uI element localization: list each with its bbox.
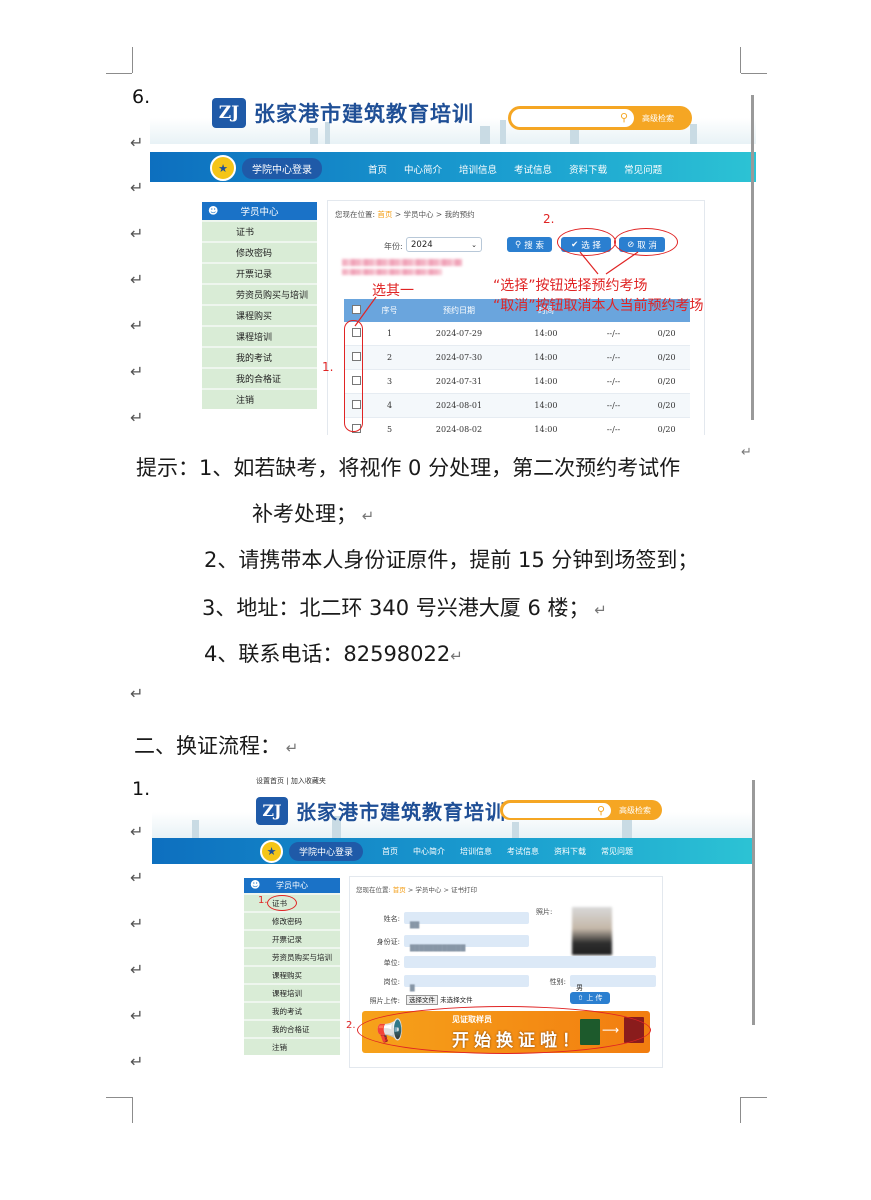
return-mark: ↵	[741, 445, 752, 460]
nav-about[interactable]: 中心简介	[413, 846, 445, 857]
center-login-label: 学院中心登录	[289, 842, 364, 861]
annotation-ring-select	[557, 228, 616, 256]
annotation-2: 2.	[346, 1020, 356, 1031]
label-name: 姓名:	[383, 915, 400, 923]
nav-faq[interactable]: 常见问题	[601, 846, 633, 857]
nav-training[interactable]: 培训信息	[460, 846, 492, 857]
tips-line-1-cont: 补考处理； ↵	[252, 502, 375, 526]
site-logo[interactable]: ZJ 张家港市建筑教育培训	[256, 796, 506, 825]
label-unit: 单位:	[383, 959, 400, 967]
tips-line-3: 3、地址：北二环 340 号兴港大厦 6 楼； ↵	[202, 596, 607, 620]
search-input[interactable]: ⚲	[503, 802, 611, 818]
site-name: 张家港市建筑教育培训	[296, 800, 506, 824]
return-mark: ↵	[130, 1052, 144, 1071]
gender-field[interactable]: 男	[570, 975, 656, 992]
nav-home[interactable]: 首页	[382, 846, 398, 857]
annotation-select-explain: “选择”按钮选择预约考场	[493, 278, 648, 294]
sidebar-item-my-exam[interactable]: 我的考试	[244, 1003, 340, 1019]
annotation-1: 1.	[258, 895, 268, 906]
label-id: 身份证:	[376, 938, 400, 946]
unit-field[interactable]	[404, 956, 656, 968]
annotation-ring-banner	[357, 1006, 651, 1054]
sidebar-item-course-training[interactable]: 课程培训	[244, 985, 340, 1001]
scrollbar[interactable]	[752, 780, 755, 1025]
annotation-ring-cancel	[614, 228, 678, 256]
sidebar-item-buy-course[interactable]: 课程购买	[244, 967, 340, 983]
search-icon[interactable]: ⚲	[597, 804, 605, 817]
nav-items: 首页 中心简介 培训信息 考试信息 资料下载 常见问题	[382, 846, 633, 857]
user-icon: ☻	[250, 880, 261, 891]
tips-line-2: 2、请携带本人身份证原件，提前 15 分钟到场签到；	[204, 548, 699, 572]
return-mark: ↵	[130, 178, 144, 197]
sidebar-item-labor[interactable]: 劳资员购买与培训	[244, 949, 340, 965]
sidebar-head: ☻ 学员中心	[244, 878, 340, 893]
nav-downloads[interactable]: 资料下载	[554, 846, 586, 857]
step-label-6: 6.	[132, 86, 151, 108]
annotation-arrows	[354, 251, 639, 327]
center-login[interactable]: ★ 学院中心登录	[260, 840, 364, 863]
advanced-search-link[interactable]: 高级检索	[611, 805, 651, 816]
sidebar-item-invoices[interactable]: 开票记录	[244, 931, 340, 947]
link-bookmark[interactable]: 加入收藏夹	[291, 777, 326, 785]
return-mark: ↵	[130, 133, 144, 152]
photo-avatar	[572, 907, 612, 955]
return-mark: ↵	[130, 224, 144, 243]
label-upload: 照片上传:	[369, 997, 400, 1005]
return-mark: ↵	[130, 408, 144, 427]
label-post: 岗位:	[383, 978, 400, 986]
return-mark: ↵	[130, 822, 144, 841]
sidebar-item-logout[interactable]: 注销	[244, 1039, 340, 1055]
tips-line-4: 4、联系电话：82598022↵	[204, 642, 463, 666]
screenshot-certificate: 设置首页 | 加入收藏夹 ZJ 张家港市建筑教育培训 ⚲ 高级检索 ★ 学院中心…	[152, 774, 754, 1068]
tips-line-1: 提示：1、如若缺考，将视作 0 分处理，第二次预约考试作	[136, 456, 681, 480]
return-mark: ↵	[130, 868, 144, 887]
return-mark: ↵	[130, 684, 144, 703]
no-file-text: 未选择文件	[440, 996, 473, 1004]
breadcrumb-home[interactable]: 首页	[393, 886, 406, 894]
label-gender: 性别:	[549, 978, 566, 986]
upload-icon: ⇧	[577, 994, 584, 1002]
choose-file-button[interactable]: 选择文件	[406, 995, 438, 1005]
graduation-cap-icon: ★	[260, 840, 283, 863]
screenshot-booking: ZJ 张家港市建筑教育培训 ⚲ 高级检索 ★ 学院中心登录 首页 中心简介 培训…	[150, 90, 756, 435]
site-search: ⚲ 高级检索	[500, 800, 662, 820]
logo-badge-icon: ZJ	[256, 796, 288, 825]
section-title: 二、换证流程： ↵	[134, 734, 299, 758]
sidebar-item-my-certs[interactable]: 我的合格证	[244, 1021, 340, 1037]
sidebar-head-label: 学员中心	[276, 881, 308, 890]
file-chooser[interactable]: 选择文件 未选择文件	[406, 994, 473, 1005]
label-photo: 照片:	[536, 908, 553, 916]
breadcrumb: 您现在位置: 首页 > 学员中心 > 证书打印	[356, 886, 477, 894]
annotation-cancel-explain: “取消”按钮取消本人当前预约考场	[493, 298, 704, 314]
id-field[interactable]: ████████████	[404, 935, 529, 952]
separator: |	[286, 777, 289, 785]
return-mark: ↵	[130, 914, 144, 933]
return-mark: ↵	[130, 316, 144, 335]
top-links: 设置首页 | 加入收藏夹	[256, 776, 326, 786]
return-mark: ↵	[130, 362, 144, 381]
return-mark: ↵	[130, 960, 144, 979]
nav-exam[interactable]: 考试信息	[507, 846, 539, 857]
post-field[interactable]: █	[404, 975, 529, 992]
annotation-2: 2.	[543, 212, 555, 226]
return-mark: ↵	[130, 1006, 144, 1025]
step-label-1: 1.	[132, 778, 151, 800]
sidebar-item-password[interactable]: 修改密码	[244, 913, 340, 929]
main-nav: ★ 学院中心登录 首页 中心简介 培训信息 考试信息 资料下载 常见问题	[152, 838, 754, 864]
upload-button[interactable]: ⇧ 上 传	[570, 992, 610, 1004]
link-set-home[interactable]: 设置首页	[256, 777, 284, 785]
scrollbar[interactable]	[751, 95, 754, 420]
annotation-ring-certificate	[267, 895, 297, 911]
return-mark: ↵	[130, 270, 144, 289]
name-field[interactable]: ██	[404, 912, 529, 929]
